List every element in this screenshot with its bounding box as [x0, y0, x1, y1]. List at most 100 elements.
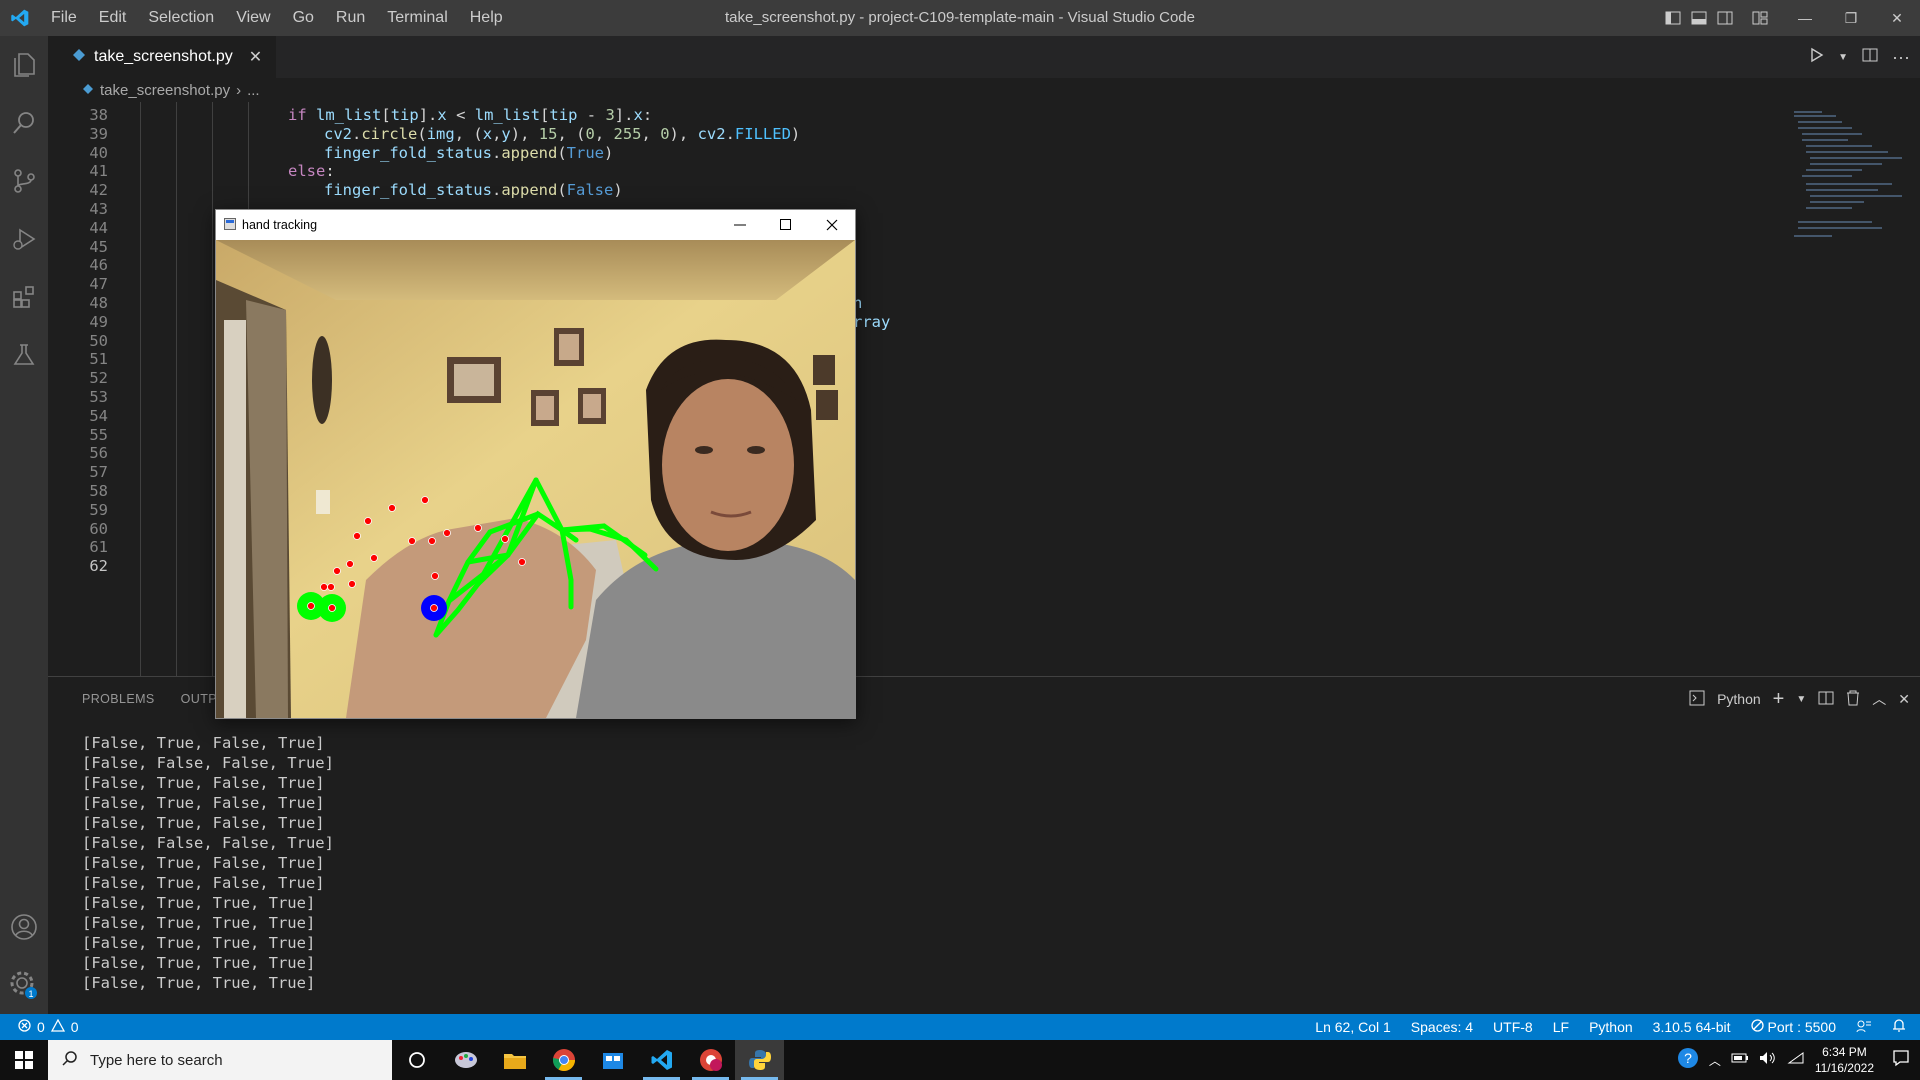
clock-date: 11/16/2022	[1814, 1061, 1874, 1075]
task-view-icon[interactable]	[392, 1040, 441, 1080]
windows-taskbar: Type here to search ? ︿ 6:34 PM 11/16/20…	[0, 1040, 1920, 1080]
windows-start-icon[interactable]	[0, 1040, 48, 1080]
notifications-bell-icon[interactable]	[1892, 1018, 1906, 1036]
output-line: [False, True, False, True]	[82, 734, 325, 752]
python-app-icon[interactable]	[735, 1040, 784, 1080]
line-ending[interactable]: LF	[1553, 1019, 1569, 1035]
terminal-dropdown-icon[interactable]: ▼	[1796, 694, 1806, 705]
run-dropdown-chevron-icon[interactable]: ▼	[1838, 52, 1848, 63]
search-icon[interactable]	[0, 94, 48, 152]
file-explorer-icon[interactable]	[490, 1040, 539, 1080]
menu-terminal[interactable]: Terminal	[376, 0, 458, 36]
toggle-panel-icon[interactable]	[1686, 0, 1712, 36]
svg-text:1: 1	[28, 989, 33, 999]
breadcrumb-file[interactable]: take_screenshot.py	[100, 82, 230, 99]
run-debug-icon[interactable]	[0, 210, 48, 268]
feedback-icon[interactable]	[1856, 1019, 1872, 1036]
breadcrumb-symbol[interactable]: ...	[247, 82, 260, 99]
source-control-icon[interactable]	[0, 152, 48, 210]
block-icon	[1750, 1019, 1764, 1035]
accounts-icon[interactable]	[0, 898, 48, 956]
explorer-icon[interactable]	[0, 36, 48, 94]
output-line: [False, True, True, True]	[82, 894, 316, 912]
output-line: [False, True, False, True]	[82, 874, 325, 892]
tab-label: take_screenshot.py	[94, 48, 233, 65]
status-bar: 0 0 Ln 62, Col 1 Spaces: 4 UTF-8 LF Pyth…	[0, 1014, 1920, 1040]
output-line: [False, True, False, True]	[82, 854, 325, 872]
battery-icon[interactable]	[1731, 1051, 1749, 1069]
new-terminal-icon[interactable]: +	[1773, 688, 1785, 711]
customize-layout-icon[interactable]	[1738, 0, 1782, 36]
output-line: [False, True, True, True]	[82, 974, 316, 992]
indentation[interactable]: Spaces: 4	[1411, 1019, 1473, 1035]
terminal-output[interactable]: [False, True, False, True] [False, False,…	[82, 733, 334, 993]
port-label: Port : 5500	[1767, 1019, 1837, 1035]
menu-help[interactable]: Help	[459, 0, 514, 36]
kill-terminal-trash-icon[interactable]	[1846, 690, 1860, 709]
python-file-icon	[72, 48, 86, 67]
hand-tracking-window[interactable]: hand tracking	[215, 209, 856, 719]
store-app-icon[interactable]	[588, 1040, 637, 1080]
more-actions-icon[interactable]: ···	[1892, 47, 1910, 68]
action-center-icon[interactable]	[1892, 1049, 1910, 1072]
output-line: [False, False, False, True]	[82, 754, 334, 772]
editor-tabs: take_screenshot.py ✕ ▼ ···	[48, 36, 1920, 78]
close-window-button[interactable]: ✕	[1874, 0, 1920, 36]
menu-view[interactable]: View	[225, 0, 281, 36]
encoding[interactable]: UTF-8	[1493, 1019, 1533, 1035]
breadcrumb-separator: ›	[236, 81, 242, 99]
restore-window-button[interactable]: ❐	[1828, 0, 1874, 36]
maximize-panel-chevron-up-icon[interactable]: ︿	[1872, 689, 1886, 709]
tray-chevron-up-icon[interactable]: ︿	[1709, 1052, 1721, 1069]
tab-problems[interactable]: PROBLEMS	[82, 692, 155, 706]
tab-take-screenshot[interactable]: take_screenshot.py ✕	[48, 36, 277, 78]
vscode-taskbar-icon[interactable]	[637, 1040, 686, 1080]
menu-file[interactable]: File	[40, 0, 88, 36]
vscode-logo-icon[interactable]	[0, 0, 40, 36]
paint-app-icon[interactable]	[441, 1040, 490, 1080]
terminal-icon	[1689, 690, 1705, 709]
testing-icon[interactable]	[0, 326, 48, 384]
menu-run[interactable]: Run	[325, 0, 376, 36]
language-mode[interactable]: Python	[1589, 1019, 1633, 1035]
python-interpreter[interactable]: 3.10.5 64-bit	[1653, 1019, 1731, 1035]
output-line: [False, True, True, True]	[82, 914, 316, 932]
menu-selection[interactable]: Selection	[137, 0, 225, 36]
minimize-window-button[interactable]: —	[1782, 0, 1828, 36]
output-line: [False, True, True, True]	[82, 954, 316, 972]
toggle-primary-sidebar-icon[interactable]	[1660, 0, 1686, 36]
toggle-secondary-sidebar-icon[interactable]	[1712, 0, 1738, 36]
system-clock[interactable]: 6:34 PM 11/16/2022	[1815, 1044, 1874, 1076]
terminal-name[interactable]: Python	[1717, 691, 1761, 707]
search-placeholder: Type here to search	[90, 1051, 223, 1069]
maximize-button[interactable]	[763, 210, 809, 240]
wifi-icon[interactable]	[1787, 1051, 1805, 1070]
chrome-profile-icon[interactable]	[686, 1040, 735, 1080]
menu-go[interactable]: Go	[282, 0, 325, 36]
close-panel-icon[interactable]: ✕	[1898, 691, 1910, 708]
output-line: [False, True, False, True]	[82, 774, 325, 792]
problems-status[interactable]: 0 0	[0, 1018, 79, 1035]
window-title: hand tracking	[242, 218, 318, 232]
run-python-file-icon[interactable]	[1810, 47, 1824, 68]
close-tab-icon[interactable]: ✕	[249, 47, 262, 67]
window-app-icon	[224, 217, 236, 233]
live-server-port[interactable]: Port : 5500	[1750, 1019, 1837, 1035]
split-editor-icon[interactable]	[1862, 48, 1878, 67]
cursor-position[interactable]: Ln 62, Col 1	[1315, 1019, 1391, 1035]
menu-edit[interactable]: Edit	[88, 0, 138, 36]
extensions-icon[interactable]	[0, 268, 48, 326]
help-icon[interactable]: ?	[1677, 1047, 1699, 1074]
split-terminal-icon[interactable]	[1818, 691, 1834, 708]
close-button[interactable]	[809, 210, 855, 240]
activity-bar: 1	[0, 36, 48, 1014]
output-line: [False, True, False, True]	[82, 814, 325, 832]
manage-gear-icon[interactable]: 1	[0, 956, 48, 1014]
minimize-button[interactable]	[717, 210, 763, 240]
warning-icon	[50, 1018, 65, 1035]
title-bar: File Edit Selection View Go Run Terminal Help t…	[0, 0, 1920, 36]
taskbar-search-box[interactable]: Type here to search	[48, 1040, 392, 1080]
volume-icon[interactable]	[1759, 1051, 1777, 1070]
output-line: [False, True, True, True]	[82, 934, 316, 952]
chrome-icon[interactable]	[539, 1040, 588, 1080]
